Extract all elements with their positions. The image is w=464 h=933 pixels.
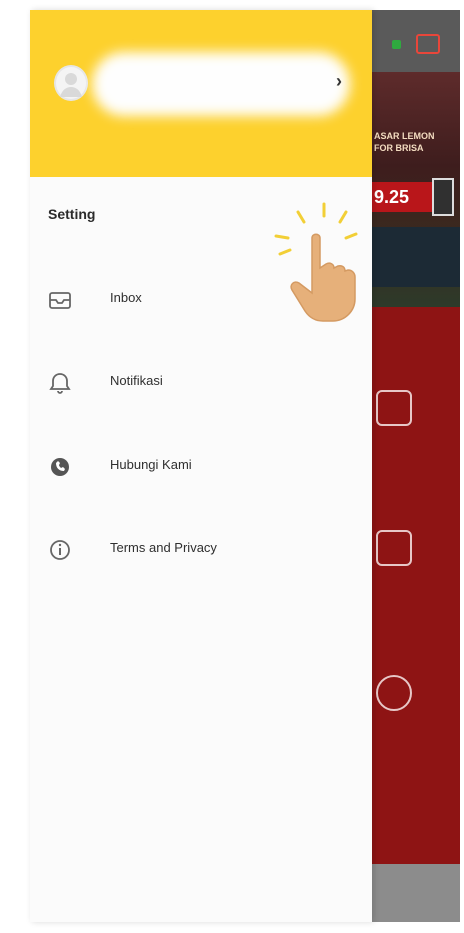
user-icon [60, 73, 82, 97]
app-bottom-bar [372, 864, 460, 922]
banner-product-image [432, 178, 454, 216]
section-title: Setting [48, 206, 96, 222]
menu-item-label: Inbox [110, 290, 142, 305]
refresh-icon [376, 675, 412, 711]
app-topbar [372, 10, 460, 72]
menu-item-hubungi-kami[interactable]: Hubungi Kami [30, 439, 372, 495]
inbox-icon [49, 292, 71, 309]
profile-header[interactable]: › [30, 10, 372, 177]
status-dot-icon [392, 40, 401, 49]
navigation-drawer: › Setting Inbox Notifikasi Hubungi Kami … [30, 10, 372, 922]
menu-item-label: Terms and Privacy [110, 540, 217, 555]
bell-icon [49, 373, 71, 394]
avatar [54, 65, 88, 101]
menu-item-label: Hubungi Kami [110, 457, 192, 472]
banner-text: ASAR LEMON FOR BRISA [374, 131, 435, 153]
chevron-right-icon[interactable]: › [336, 72, 354, 90]
tap-hand-icon [274, 202, 358, 322]
wallet-icon [376, 530, 412, 566]
phone-icon [51, 458, 69, 476]
menu-item-terms-and-privacy[interactable]: Terms and Privacy [30, 522, 372, 578]
info-icon [50, 540, 70, 560]
mail-icon[interactable] [416, 34, 440, 54]
menu-item-notifikasi[interactable]: Notifikasi [30, 355, 372, 411]
background-app: ASAR LEMON FOR BRISA 9.25 [372, 10, 460, 922]
transfer-icon [376, 390, 412, 426]
menu-item-label: Notifikasi [110, 373, 163, 388]
profile-info-redacted [92, 52, 350, 116]
